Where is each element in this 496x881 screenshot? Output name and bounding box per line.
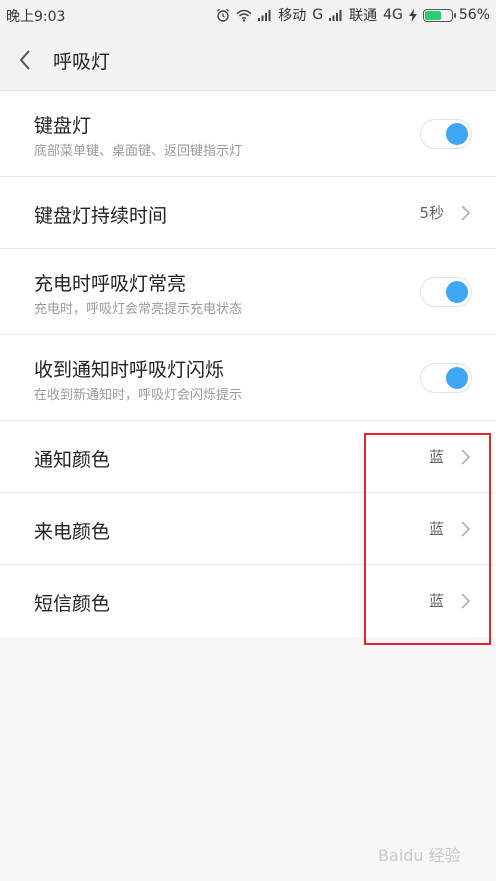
setting-title: 来电颜色	[34, 521, 111, 543]
setting-title: 充电时呼吸灯常亮	[34, 273, 187, 295]
setting-subtitle: 底部菜单键、桌面键、返回键指示灯	[34, 144, 243, 159]
chevron-right-icon	[461, 593, 471, 609]
setting-notification-color[interactable]: 通知颜色 蓝	[0, 421, 496, 493]
setting-sms-color[interactable]: 短信颜色 蓝	[0, 565, 496, 637]
keyboard-light-toggle[interactable]	[420, 119, 472, 149]
setting-keyboard-light-duration[interactable]: 键盘灯持续时间 5秒	[0, 177, 496, 249]
chevron-right-icon	[461, 521, 471, 537]
header: 呼吸灯	[0, 30, 496, 91]
battery-icon	[422, 8, 456, 22]
status-icons: 移动 G 联通 4G 56%	[216, 5, 490, 25]
chevron-right-icon	[461, 449, 471, 465]
network-type-1: G	[312, 7, 324, 23]
toggle-knob	[446, 123, 468, 145]
setting-title: 收到通知时呼吸灯闪烁	[34, 359, 225, 381]
status-time: 晚上9:03	[6, 9, 66, 25]
setting-value: 蓝	[428, 448, 444, 466]
chevron-right-icon	[461, 205, 471, 221]
setting-title: 键盘灯	[34, 115, 92, 137]
setting-notification-blink: 收到通知时呼吸灯闪烁 在收到新通知时，呼吸灯会闪烁提示	[0, 335, 496, 421]
toggle-knob	[446, 281, 468, 303]
status-bar: 晚上9:03 移动 G 联通 4G 56%	[0, 0, 496, 30]
setting-subtitle: 充电时，呼吸灯会常亮提示充电状态	[34, 302, 243, 317]
setting-value: 蓝	[428, 520, 444, 538]
settings-list: 键盘灯 底部菜单键、桌面键、返回键指示灯 键盘灯持续时间 5秒 充电时呼吸灯常亮…	[0, 91, 496, 637]
notification-blink-toggle[interactable]	[420, 363, 472, 393]
charging-light-toggle[interactable]	[420, 277, 472, 307]
setting-title: 键盘灯持续时间	[34, 205, 168, 227]
carrier-2: 联通	[349, 8, 378, 24]
page-title: 呼吸灯	[53, 51, 111, 73]
signal-icon	[258, 10, 271, 21]
toggle-knob	[446, 367, 468, 389]
setting-value: 5秒	[419, 204, 444, 222]
network-type-2: 4G	[383, 7, 403, 23]
charging-icon	[408, 8, 417, 22]
setting-subtitle: 在收到新通知时，呼吸灯会闪烁提示	[34, 388, 243, 403]
setting-title: 短信颜色	[34, 593, 111, 615]
setting-keyboard-light: 键盘灯 底部菜单键、桌面键、返回键指示灯	[0, 91, 496, 177]
carrier-1: 移动	[278, 8, 307, 24]
setting-charging-light: 充电时呼吸灯常亮 充电时，呼吸灯会常亮提示充电状态	[0, 249, 496, 335]
wifi-icon	[236, 9, 252, 22]
signal-icon-2	[329, 10, 342, 21]
battery-percent: 56%	[458, 7, 490, 23]
back-arrow-icon[interactable]	[16, 48, 36, 72]
watermark: Baidu 经验	[378, 846, 461, 865]
setting-value: 蓝	[428, 592, 444, 610]
alarm-icon	[217, 8, 230, 22]
setting-title: 通知颜色	[34, 449, 111, 471]
setting-call-color[interactable]: 来电颜色 蓝	[0, 493, 496, 565]
